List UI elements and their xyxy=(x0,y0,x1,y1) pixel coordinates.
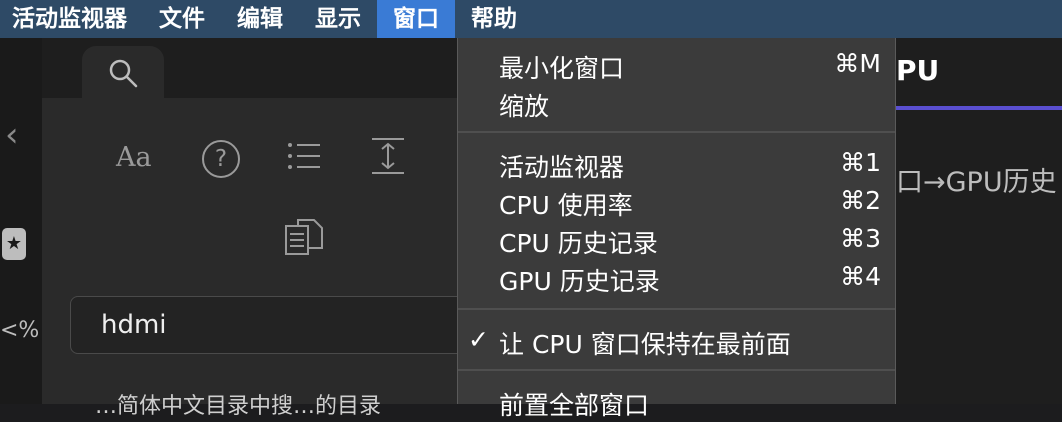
menu-item-shortcut: ⌘4 xyxy=(840,262,881,291)
menu-item-shortcut: ⌘2 xyxy=(840,186,881,215)
copy-document-icon[interactable] xyxy=(284,218,324,256)
menu-item-label: CPU 使用率 xyxy=(499,191,633,220)
menu-item-zoom[interactable]: 缩放 xyxy=(458,84,895,122)
search-input-value: hdmi xyxy=(101,310,167,340)
window-menu-dropdown: 最小化窗口 ⌘M 缩放 活动监视器 ⌘1 CPU 使用率 ⌘2 CPU 历史记录… xyxy=(457,38,896,420)
menu-item-label: CPU 历史记录 xyxy=(499,229,658,258)
menu-help[interactable]: 帮助 xyxy=(455,0,533,38)
font-size-icon[interactable]: Aa xyxy=(116,142,152,173)
menu-separator xyxy=(458,369,895,371)
search-input[interactable]: hdmi xyxy=(70,296,465,354)
menu-item-cpu-history[interactable]: CPU 历史记录 ⌘3 xyxy=(458,221,895,259)
search-icon xyxy=(109,59,138,88)
back-chevron-icon[interactable]: ‹ xyxy=(5,118,19,152)
left-sidebar-column xyxy=(0,38,42,404)
menu-window[interactable]: 窗口 xyxy=(377,0,455,38)
right-window-breadcrumb: 口→GPU历史 xyxy=(896,167,1057,198)
menu-app-activity-monitor[interactable]: 活动监视器 xyxy=(0,0,143,38)
help-icon[interactable]: ? xyxy=(202,140,240,178)
menu-item-label: 让 CPU 窗口保持在最前面 xyxy=(499,330,791,359)
menu-item-label: 最小化窗口 xyxy=(499,54,625,83)
right-window-title: PU xyxy=(896,54,940,87)
checkmark-icon: ✓ xyxy=(468,325,489,354)
sidebar-percent-text: <% xyxy=(0,318,40,343)
menu-item-minimize[interactable]: 最小化窗口 ⌘M xyxy=(458,46,895,84)
search-result-text: …简体中文目录中搜…的目录 xyxy=(95,394,382,419)
favorites-star-icon[interactable]: ★ xyxy=(2,228,26,260)
menu-item-label: 缩放 xyxy=(499,92,550,121)
menu-separator xyxy=(458,131,895,133)
menu-separator xyxy=(458,308,895,310)
menu-item-bring-all-to-front[interactable]: 前置全部窗口 xyxy=(458,383,895,421)
menu-item-cpu-usage[interactable]: CPU 使用率 ⌘2 xyxy=(458,183,895,221)
line-height-icon[interactable] xyxy=(370,136,406,176)
menu-item-shortcut: ⌘1 xyxy=(840,148,881,177)
menu-item-keep-cpu-window-front[interactable]: ✓ 让 CPU 窗口保持在最前面 xyxy=(458,322,895,360)
list-icon[interactable] xyxy=(286,140,322,172)
menu-item-label: 活动监视器 xyxy=(499,153,625,182)
right-window-accent-bar xyxy=(896,106,1062,110)
right-app-window xyxy=(896,38,1062,404)
menu-item-shortcut: ⌘3 xyxy=(840,224,881,253)
menu-bar: 活动监视器 文件 编辑 显示 窗口 帮助 xyxy=(0,0,1062,38)
menu-item-label: GPU 历史记录 xyxy=(499,267,660,296)
menu-item-activity-monitor[interactable]: 活动监视器 ⌘1 xyxy=(458,145,895,183)
menu-edit[interactable]: 编辑 xyxy=(221,0,299,38)
search-tab[interactable] xyxy=(82,46,164,100)
menu-item-shortcut: ⌘M xyxy=(834,49,881,78)
menu-file[interactable]: 文件 xyxy=(143,0,221,38)
menu-item-gpu-history[interactable]: GPU 历史记录 ⌘4 xyxy=(458,259,895,297)
menu-item-label: 前置全部窗口 xyxy=(499,391,650,420)
menu-view[interactable]: 显示 xyxy=(299,0,377,38)
